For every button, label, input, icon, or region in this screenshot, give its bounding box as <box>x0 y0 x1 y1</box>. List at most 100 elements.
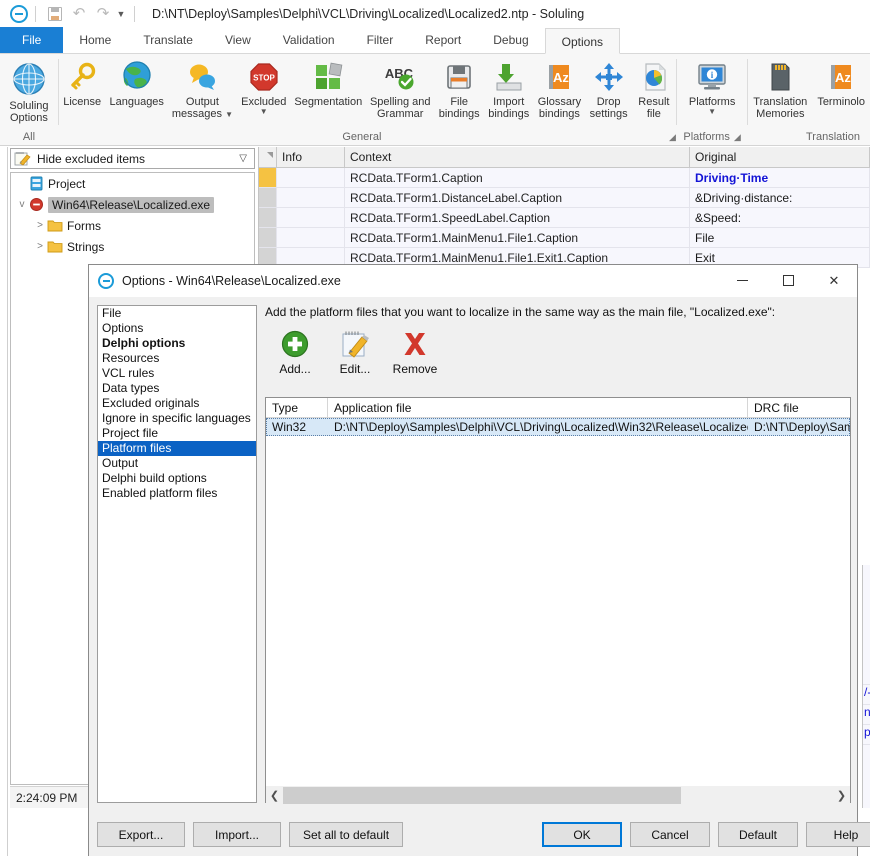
remove-button[interactable]: Remove <box>385 329 445 376</box>
nav-item-resources[interactable]: Resources <box>98 351 256 366</box>
tree-item-project[interactable]: Project <box>11 173 254 194</box>
tab-options[interactable]: Options <box>544 28 620 54</box>
options-category-list[interactable]: File Options Delphi options Resources VC… <box>97 305 257 803</box>
drop-settings-button[interactable]: Drop settings <box>585 59 632 120</box>
default-button[interactable]: Default <box>718 822 798 847</box>
soluling-logo-icon[interactable] <box>10 5 28 23</box>
tree-item-win64-release-localized-exe[interactable]: v Win64\Release\Localized.exe <box>11 194 254 215</box>
tab-validation[interactable]: Validation <box>267 27 351 53</box>
button-label-line2: settings <box>589 108 628 120</box>
nav-item-project-file[interactable]: Project file <box>98 426 256 441</box>
redo-icon[interactable]: ↷ <box>94 5 112 23</box>
excluded-button[interactable]: STOP Excluded ▼ <box>237 59 291 116</box>
ok-button[interactable]: OK <box>542 822 622 847</box>
scrollbar-thumb[interactable] <box>283 787 681 804</box>
nav-item-ignore-in-specific-languages[interactable]: Ignore in specific languages <box>98 411 256 426</box>
segmentation-button[interactable]: Segmentation <box>291 59 366 108</box>
result-file-button[interactable]: Result file <box>632 59 676 120</box>
scrollbar-track[interactable] <box>283 786 833 805</box>
terminology-button[interactable]: Az Terminolo <box>812 59 870 108</box>
grid-header-info[interactable]: Info <box>277 147 345 167</box>
file-bindings-button[interactable]: File bindings <box>434 59 484 120</box>
row-flag[interactable] <box>259 168 277 187</box>
chevron-down-icon[interactable]: ▼ <box>260 108 268 116</box>
list-item[interactable]: Win32 D:\NT\Deploy\Samples\Delphi\VCL\Dr… <box>266 418 850 436</box>
platform-files-list[interactable]: Type Application file DRC file Win32 D:\… <box>265 397 851 803</box>
nav-item-excluded-originals[interactable]: Excluded originals <box>98 396 256 411</box>
export-button[interactable]: Export... <box>97 822 185 847</box>
close-button[interactable]: ✕ <box>811 265 857 296</box>
cell-context: RCData.TForm1.MainMenu1.File1.Caption <box>345 228 690 247</box>
tree-item-strings[interactable]: > Strings <box>11 236 254 257</box>
row-flag[interactable] <box>259 208 277 227</box>
cancel-button[interactable]: Cancel <box>630 822 710 847</box>
table-row[interactable]: RCData.TForm1.SpeedLabel.Caption &Speed: <box>259 208 870 228</box>
platforms-button[interactable]: i Platforms ▼ <box>684 59 740 116</box>
tab-file[interactable]: File <box>0 27 64 53</box>
tree-expander[interactable]: v <box>15 199 29 210</box>
languages-button[interactable]: Languages <box>105 59 168 108</box>
set-all-to-default-button[interactable]: Set all to default <box>289 822 403 847</box>
chevron-down-icon[interactable]: ▼ <box>115 5 127 23</box>
chevron-down-icon[interactable]: ▽ <box>239 153 247 164</box>
import-button[interactable]: Import... <box>193 822 281 847</box>
chevron-down-icon[interactable]: ▼ <box>708 108 716 116</box>
svg-text:Az: Az <box>553 70 569 85</box>
row-flag[interactable] <box>259 228 277 247</box>
undo-icon[interactable]: ↶ <box>70 5 88 23</box>
tab-debug[interactable]: Debug <box>477 27 544 53</box>
grid-header-select-all[interactable] <box>259 147 277 167</box>
tab-home[interactable]: Home <box>63 27 127 53</box>
nav-item-delphi-build-options[interactable]: Delphi build options <box>98 471 256 486</box>
grid-header-context[interactable]: Context <box>345 147 690 167</box>
edit-button[interactable]: Edit... <box>325 329 385 376</box>
table-row[interactable]: RCData.TForm1.DistanceLabel.Caption &Dri… <box>259 188 870 208</box>
platform-files-toolbar: Add... Edit... Remove <box>265 329 849 376</box>
tab-report[interactable]: Report <box>409 27 477 53</box>
help-button[interactable]: Help <box>806 822 870 847</box>
table-row[interactable]: RCData.TForm1.MainMenu1.File1.Caption Fi… <box>259 228 870 248</box>
soluling-options-button[interactable]: Soluling Options <box>4 59 53 124</box>
nav-item-data-types[interactable]: Data types <box>98 381 256 396</box>
chevron-right-icon[interactable]: ❯ <box>833 789 850 802</box>
nav-item-options[interactable]: Options <box>98 321 256 336</box>
save-icon[interactable] <box>46 5 64 23</box>
tab-view[interactable]: View <box>209 27 267 53</box>
license-button[interactable]: License <box>59 59 106 108</box>
minimize-button[interactable] <box>719 265 765 296</box>
list-header-application-file[interactable]: Application file <box>328 398 748 417</box>
import-bindings-button[interactable]: Import bindings <box>484 59 534 120</box>
chevron-left-icon[interactable]: ❮ <box>266 789 283 802</box>
nav-item-output[interactable]: Output <box>98 456 256 471</box>
row-flag[interactable] <box>259 188 277 207</box>
add-button[interactable]: Add... <box>265 329 325 376</box>
dialog-launcher-icon[interactable]: ◢ <box>734 130 741 144</box>
dialog-launcher-icon[interactable]: ◢ <box>669 130 676 144</box>
list-header-type[interactable]: Type <box>266 398 328 417</box>
tree-item-forms[interactable]: > Forms <box>11 215 254 236</box>
nav-item-enabled-platform-files[interactable]: Enabled platform files <box>98 486 256 501</box>
grid-header-original[interactable]: Original <box>690 147 870 167</box>
tab-filter[interactable]: Filter <box>351 27 410 53</box>
horizontal-scrollbar[interactable]: ❮ ❯ <box>266 786 850 805</box>
cell-drc-file: D:\NT\Deploy\Samples <box>754 420 850 434</box>
chevron-down-icon[interactable]: ▼ <box>225 110 233 119</box>
glossary-bindings-button[interactable]: Az Glossary bindings <box>533 59 585 120</box>
group-label-text: Translation <box>805 131 860 143</box>
abc-check-icon: ABC <box>384 61 416 93</box>
tree-expander[interactable]: > <box>33 220 47 231</box>
nav-item-file[interactable]: File <box>98 306 256 321</box>
tab-translate[interactable]: Translate <box>127 27 209 53</box>
table-row[interactable]: RCData.TForm1.Caption Driving·Time <box>259 168 870 188</box>
list-header-drc-file[interactable]: DRC file <box>748 398 850 417</box>
nav-item-vcl-rules[interactable]: VCL rules <box>98 366 256 381</box>
maximize-button[interactable] <box>765 265 811 296</box>
dialog-body: File Options Delphi options Resources VC… <box>89 297 870 856</box>
output-messages-button[interactable]: Output messages ▼ <box>168 59 237 120</box>
spelling-and-grammar-button[interactable]: ABC Spelling and Grammar <box>366 59 434 120</box>
translation-memories-button[interactable]: Translation Memories <box>748 59 812 120</box>
hide-excluded-items-combo[interactable]: Hide excluded items ▽ <box>10 148 255 169</box>
nav-item-delphi-options[interactable]: Delphi options <box>98 336 256 351</box>
tree-expander[interactable]: > <box>33 241 47 252</box>
nav-item-platform-files[interactable]: Platform files <box>98 441 256 456</box>
